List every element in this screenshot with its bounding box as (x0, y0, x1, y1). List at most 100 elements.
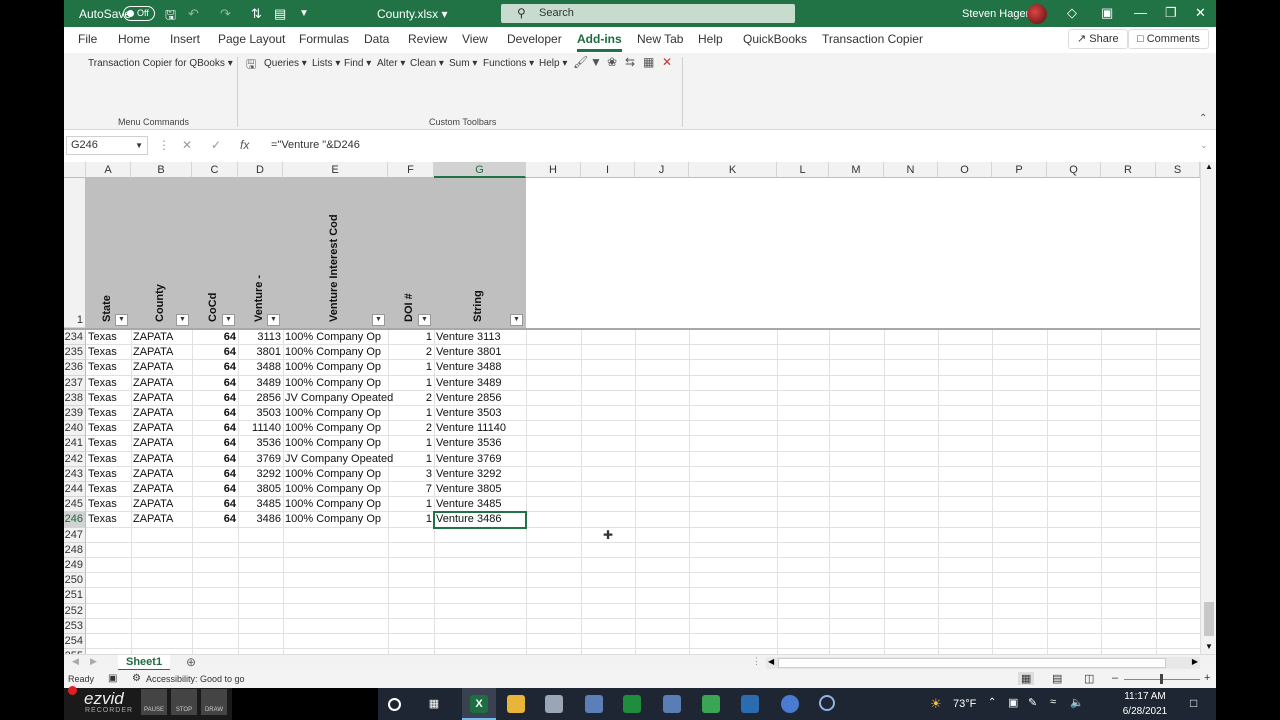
cell-interest[interactable]: 100% Company Op (283, 406, 398, 421)
macro-record-icon[interactable]: ▣ (108, 673, 117, 684)
row-header[interactable]: 235 (64, 345, 86, 361)
cell-cocd[interactable]: 64 (192, 360, 238, 375)
cell-doi[interactable]: 1 (388, 452, 434, 467)
task-view-icon[interactable]: ▦ (425, 695, 443, 713)
active-cell-outline[interactable] (433, 511, 527, 529)
scroll-up-icon[interactable]: ▲ (1205, 162, 1213, 171)
cell-string[interactable]: Venture 3485 (434, 497, 526, 512)
draw-button[interactable]: DRAW (201, 689, 227, 715)
volume-icon[interactable]: 🔈 (1070, 696, 1084, 709)
clean-menu[interactable]: Clean ▾ (410, 58, 444, 69)
cell-interest[interactable]: 100% Company Op (283, 330, 398, 345)
tab-transaction-copier[interactable]: Transaction Copier (822, 32, 923, 46)
network-icon[interactable]: ❀ (607, 55, 617, 69)
cell-doi[interactable]: 1 (388, 406, 434, 421)
weather-icon[interactable]: ☀ (930, 696, 942, 712)
transaction-copier-button[interactable]: Transaction Copier for QBooks ▾ (88, 58, 233, 69)
cell-doi[interactable]: 3 (388, 467, 434, 482)
cell-interest[interactable]: 100% Company Op (283, 467, 398, 482)
cell-state[interactable]: Texas (86, 436, 131, 451)
row-header[interactable]: 241 (64, 436, 86, 452)
next-sheet-icon[interactable]: ▶ (90, 656, 97, 667)
row-header[interactable]: 242 (64, 451, 86, 467)
cell-doi[interactable]: 1 (388, 360, 434, 375)
sheet-tab-sheet1[interactable]: Sheet1 (118, 655, 171, 671)
sum-menu[interactable]: Sum ▾ (449, 58, 477, 69)
column-header-g[interactable]: G (434, 162, 526, 178)
tab-file[interactable]: File (78, 32, 97, 46)
show-hidden-icons-icon[interactable]: ⌃ (988, 697, 996, 708)
cell-cocd[interactable]: 64 (192, 406, 238, 421)
tab-new-tab[interactable]: New Tab (637, 32, 683, 46)
cell-county[interactable]: ZAPATA (131, 482, 192, 497)
column-header-a[interactable]: A (86, 162, 131, 178)
notifications-icon[interactable]: □ (1190, 696, 1197, 710)
tab-review[interactable]: Review (408, 32, 447, 46)
cell-string[interactable]: Venture 3113 (434, 330, 526, 345)
column-header-k[interactable]: K (689, 162, 777, 178)
app-icon-3[interactable] (663, 695, 681, 713)
cell-cocd[interactable]: 64 (192, 421, 238, 436)
cell-county[interactable]: ZAPATA (131, 421, 192, 436)
tab-view[interactable]: View (462, 32, 488, 46)
lists-menu[interactable]: Lists ▾ (312, 58, 340, 69)
cell-interest[interactable]: 100% Company Op (283, 376, 398, 391)
undo-icon[interactable]: ↶ (188, 6, 199, 22)
cell-state[interactable]: Texas (86, 391, 131, 406)
collapse-ribbon-icon[interactable]: ⌃ (1199, 113, 1207, 124)
clock-time[interactable]: 11:17 AM (1112, 691, 1178, 702)
cell-state[interactable]: Texas (86, 345, 131, 360)
cortana-icon[interactable] (388, 698, 401, 711)
column-header-r[interactable]: R (1101, 162, 1156, 178)
enter-icon[interactable]: ✓ (211, 138, 221, 152)
cell-doi[interactable]: 1 (388, 330, 434, 345)
tab-data[interactable]: Data (364, 32, 389, 46)
cell-venture[interactable]: 3801 (238, 345, 283, 360)
pause-button[interactable]: PAUSE (141, 689, 167, 715)
filter-dropdown-county[interactable]: ▼ (176, 314, 189, 326)
cell-cocd[interactable]: 64 (192, 391, 238, 406)
row-header[interactable]: 253 (64, 618, 86, 634)
wifi-icon[interactable]: ≈ (1050, 696, 1056, 708)
row-header[interactable]: 236 (64, 360, 86, 376)
cell-string[interactable]: Venture 3489 (434, 376, 526, 391)
column-header-i[interactable]: I (581, 162, 635, 178)
tab-developer[interactable]: Developer (507, 32, 562, 46)
cell-interest[interactable]: JV Company Opeated (283, 452, 398, 467)
cell-county[interactable]: ZAPATA (131, 391, 192, 406)
pen-icon[interactable]: ✎ (1028, 696, 1037, 709)
excel-taskbar-icon[interactable]: X (470, 695, 488, 713)
quickbooks-icon[interactable] (702, 695, 720, 713)
row-header[interactable]: 234 (64, 330, 86, 346)
cell-cocd[interactable]: 64 (192, 482, 238, 497)
column-header-b[interactable]: B (131, 162, 192, 178)
cell-doi[interactable]: 1 (388, 436, 434, 451)
row-header[interactable]: 251 (64, 588, 86, 604)
diamond-icon[interactable]: ◇ (1067, 5, 1077, 21)
find-menu[interactable]: Find ▾ (344, 58, 371, 69)
cell-state[interactable]: Texas (86, 330, 131, 345)
cell-venture[interactable]: 3485 (238, 497, 283, 512)
horizontal-scroll-thumb[interactable] (778, 658, 1166, 668)
cell-state[interactable]: Texas (86, 482, 131, 497)
vertical-scrollbar[interactable]: ▲ ▼ (1200, 162, 1216, 654)
restore-icon[interactable]: ❐ (1165, 5, 1177, 21)
help-menu[interactable]: Help ▾ (539, 58, 567, 69)
cell-cocd[interactable]: 64 (192, 452, 238, 467)
cell-venture[interactable]: 3805 (238, 482, 283, 497)
cell-state[interactable]: Texas (86, 467, 131, 482)
app-icon-4[interactable] (741, 695, 759, 713)
row-header[interactable]: 244 (64, 482, 86, 498)
cell-venture[interactable]: 3292 (238, 467, 283, 482)
filter-dropdown-venture-interest[interactable]: ▼ (372, 314, 385, 326)
cell-interest[interactable]: 100% Company Op (283, 345, 398, 360)
cell-doi[interactable]: 7 (388, 482, 434, 497)
cell-county[interactable]: ZAPATA (131, 497, 192, 512)
row-header[interactable]: 249 (64, 558, 86, 574)
tab-add-ins[interactable]: Add-ins (577, 32, 622, 52)
search-app-icon[interactable] (819, 695, 835, 711)
column-header-d[interactable]: D (238, 162, 283, 178)
scroll-down-icon[interactable]: ▼ (1205, 642, 1213, 651)
document-title[interactable]: County.xlsx ▾ (377, 7, 448, 21)
cell-state[interactable]: Texas (86, 421, 131, 436)
